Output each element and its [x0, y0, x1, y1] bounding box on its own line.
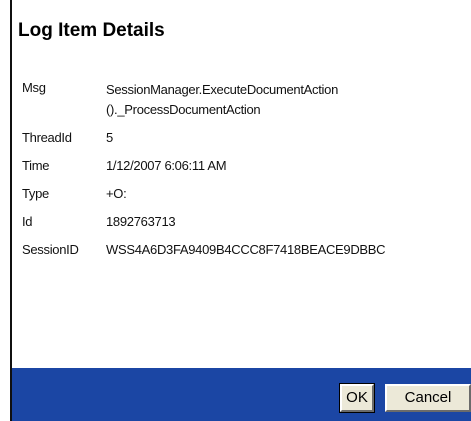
thread-id-label: ThreadId — [22, 130, 72, 145]
session-id-label: SessionID — [22, 242, 79, 257]
detail-row-id: Id 1892763713 — [12, 214, 471, 242]
button-bar: OK Cancel — [12, 368, 471, 421]
detail-row-time: Time 1/12/2007 6:06:11 AM — [12, 158, 471, 186]
detail-row-msg: Msg SessionManager.ExecuteDocumentAction… — [12, 80, 471, 130]
ok-button[interactable]: OK — [339, 383, 375, 413]
session-id-value: WSS4A6D3FA9409B4CCC8F7418BEACE9DBBC — [106, 242, 386, 257]
cancel-button[interactable]: Cancel — [385, 384, 471, 412]
type-label: Type — [22, 186, 49, 201]
dialog-title: Log Item Details — [18, 20, 165, 41]
msg-value-line-1: SessionManager.ExecuteDocumentAction — [106, 82, 339, 97]
id-label: Id — [22, 214, 33, 229]
thread-id-value: 5 — [106, 130, 113, 145]
detail-row-type: Type +O: — [12, 186, 471, 214]
log-item-details-dialog: Log Item Details Msg SessionManager.Exec… — [10, 0, 471, 421]
detail-row-thread-id: ThreadId 5 — [12, 130, 471, 158]
detail-row-session-id: SessionID WSS4A6D3FA9409B4CCC8F7418BEACE… — [12, 242, 471, 270]
msg-value: SessionManager.ExecuteDocumentAction ().… — [106, 80, 338, 120]
details-table: Msg SessionManager.ExecuteDocumentAction… — [12, 80, 471, 270]
type-value: +O: — [106, 186, 127, 201]
msg-label: Msg — [22, 80, 46, 95]
msg-value-line-2: ()._ProcessDocumentAction — [106, 102, 261, 117]
id-value: 1892763713 — [106, 214, 176, 229]
time-value: 1/12/2007 6:06:11 AM — [106, 158, 227, 173]
time-label: Time — [22, 158, 50, 173]
